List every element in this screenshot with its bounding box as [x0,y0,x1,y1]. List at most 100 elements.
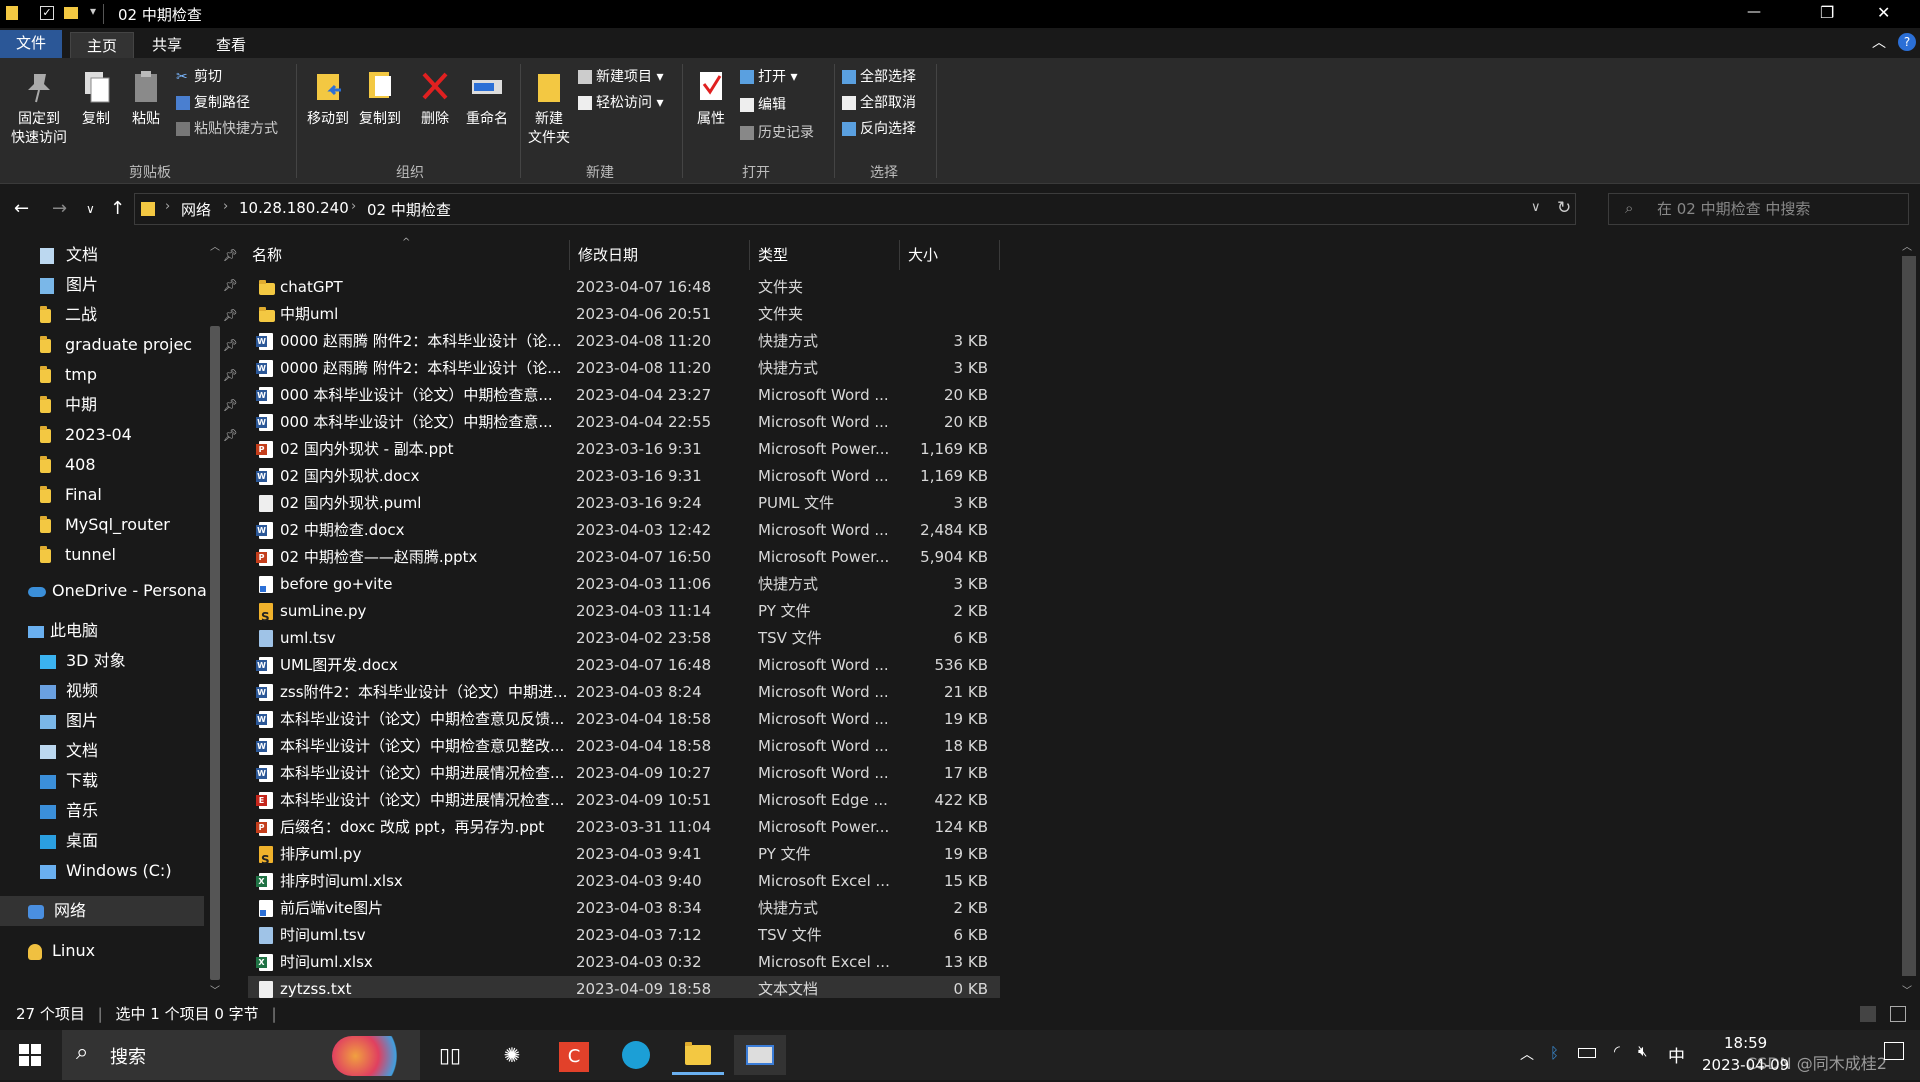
file-explorer-app-icon[interactable] [672,1035,724,1075]
file-row[interactable]: chatGPT 2023-04-07 16:48 文件夹 [248,274,1000,301]
qat-dropdown-icon[interactable]: ▾ [90,4,96,18]
tab-view[interactable]: 查看 [200,32,262,58]
select-none-button[interactable]: 全部取消 [842,92,916,114]
column-header-date[interactable]: 修改日期 [570,240,750,270]
taskbar-search-box[interactable]: ⌕ 搜索 [62,1030,420,1080]
history-button[interactable]: 历史记录 [740,122,814,144]
select-all-button[interactable]: 全部选择 [842,66,916,88]
file-row[interactable]: sumLine.py 2023-04-03 11:14 PY 文件 2 KB [248,598,1000,631]
file-row[interactable]: 02 国内外现状.puml 2023-03-16 9:24 PUML 文件 3 KB [248,490,1000,517]
file-row[interactable]: 时间uml.tsv 2023-04-03 7:12 TSV 文件 6 KB [248,922,1000,949]
paste-button[interactable]: 粘贴 [124,68,168,129]
bluetooth-icon[interactable]: ᛒ [1550,1044,1559,1062]
file-row[interactable]: 时间uml.xlsx 2023-04-03 0:32 Microsoft Excel… [248,949,1000,976]
file-scroll-thumb[interactable] [1902,256,1916,976]
close-button[interactable]: ✕ [1877,3,1890,22]
file-row[interactable]: 02 中期检查.docx 2023-04-03 12:42 Microsoft Wo… [248,517,1000,544]
breadcrumb-chevron-icon[interactable]: › [165,199,170,214]
column-header-name[interactable]: 名称 ^ [244,237,570,270]
rename-button[interactable]: 重命名 [460,68,514,129]
file-row[interactable]: 中期uml 2023-04-06 20:51 文件夹 [248,301,1000,328]
new-folder-qat-icon[interactable] [64,7,78,19]
breadcrumb-network[interactable]: 网络 [181,199,211,220]
notification-center-icon[interactable] [1884,1042,1904,1060]
delete-button[interactable]: 删除 [412,68,458,129]
file-row[interactable]: 本科毕业设计（论文）中期进展情况检查... 2023-04-09 10:51 Mic… [248,787,1000,814]
new-folder-button[interactable]: 新建 文件夹 [522,68,576,148]
file-row[interactable]: 排序时间uml.xlsx 2023-04-03 9:40 Microsoft Exc… [248,868,1000,895]
easy-access-button[interactable]: 轻松访问 ▾ [578,92,663,114]
copy-button[interactable]: 复制 [74,68,118,129]
file-row[interactable]: 本科毕业设计（论文）中期检查意见整改... 2023-04-04 18:58 Mic… [248,733,1000,760]
invert-selection-button[interactable]: 反向选择 [842,118,916,140]
help-icon[interactable]: ? [1898,33,1916,51]
file-row[interactable]: zss附件2：本科毕业设计（论文）中期进... 2023-04-03 8:24 Mi… [248,679,1000,706]
open-button[interactable]: 打开 ▾ [740,66,797,88]
cut-button[interactable]: ✂ 剪切 [176,66,222,88]
file-scrollbar[interactable]: ︿ ﹀ [1900,234,1920,998]
nav-linux[interactable]: Linux [28,936,228,966]
breadcrumb-chevron-icon[interactable]: › [351,199,356,214]
nav-onedrive[interactable]: OneDrive - Personal [28,576,228,606]
properties-qat-icon[interactable]: ✓ [40,6,54,20]
nav-scrollbar[interactable]: ︿ ﹀ [206,234,224,998]
back-arrow-icon[interactable]: ← [14,198,29,219]
task-view-icon[interactable]: ▯▯ [424,1035,476,1075]
remote-desktop-app-icon[interactable] [734,1035,786,1075]
tab-share[interactable]: 共享 [136,32,198,58]
edge-browser-icon[interactable] [610,1035,662,1075]
recent-locations-chevron-icon[interactable]: ∨ [86,202,95,216]
tab-file[interactable]: 文件 [0,30,63,58]
breadcrumb-host[interactable]: 10.28.180.240 [239,199,349,217]
details-view-icon[interactable] [1860,1006,1876,1022]
scroll-down-icon[interactable]: ﹀ [210,982,220,997]
start-button[interactable] [4,1035,56,1075]
column-header-size[interactable]: 大小 [900,240,1000,270]
forward-arrow-icon[interactable]: → [52,198,67,219]
file-row[interactable]: 02 中期检查——赵雨腾.pptx 2023-04-07 16:50 Microso… [248,544,1000,571]
nav-scroll-thumb[interactable] [210,326,220,980]
pin-quick-access-button[interactable]: 固定到 快速访问 [6,68,72,148]
file-row[interactable]: 0000 赵雨腾 附件2：本科毕业设计（论... 2023-04-08 11:20… [248,355,1000,382]
copy-to-button[interactable]: 复制到 [354,68,406,129]
file-row[interactable]: before go+vite 2023-04-03 11:06 快捷方式 3 KB [248,571,1000,598]
file-row[interactable]: 前后端vite图片 2023-04-03 8:34 快捷方式 2 KB [248,895,1000,922]
file-row[interactable]: 后缀名：doxc 改成 ppt，再另存为.ppt 2023-03-31 11:04… [248,814,1000,841]
nav-network[interactable]: 网络 [28,896,228,926]
file-row[interactable]: 000 本科毕业设计（论文）中期检查意... 2023-04-04 23:27 Mi… [248,382,1000,409]
minimize-button[interactable]: — [1747,4,1761,20]
scroll-up-icon[interactable]: ︿ [210,238,220,253]
collapse-ribbon-icon[interactable]: ︿ [1872,32,1886,52]
clion-app-icon[interactable]: C [548,1035,600,1075]
tab-home[interactable]: 主页 [70,32,135,58]
wifi-icon[interactable]: ◜ [1614,1042,1620,1060]
file-row[interactable]: 02 国内外现状 - 副本.ppt 2023-03-16 9:31 Microsof… [248,436,1000,463]
copy-path-button[interactable]: 复制路径 [176,92,250,114]
ime-indicator[interactable]: 中 [1668,1042,1685,1067]
battery-icon[interactable] [1578,1048,1596,1058]
file-row[interactable]: uml.tsv 2023-04-02 23:58 TSV 文件 6 KB [248,625,1000,652]
move-to-button[interactable]: 移动到 [302,68,354,129]
file-row[interactable]: 0000 赵雨腾 附件2：本科毕业设计（论... 2023-04-08 11:20… [248,328,1000,355]
address-dropdown-icon[interactable]: ∨ [1531,200,1541,215]
scroll-up-icon[interactable]: ︿ [1902,238,1912,253]
properties-button[interactable]: 属性 [688,68,734,129]
restore-button[interactable]: ❐ [1820,3,1834,22]
large-icons-view-icon[interactable] [1890,1006,1906,1022]
chatgpt-app-icon[interactable]: ✺ [486,1035,538,1075]
breadcrumb-chevron-icon[interactable]: › [223,199,228,214]
scroll-down-icon[interactable]: ﹀ [1902,982,1912,997]
breadcrumb-current-folder[interactable]: 02 中期检查 [367,199,451,220]
search-input[interactable]: ⌕ 在 02 中期检查 中搜索 [1608,193,1909,225]
refresh-icon[interactable]: ↻ [1557,198,1571,218]
nav-this-pc[interactable]: 此电脑 [28,616,228,646]
volume-mute-icon[interactable]: 🔇︎ [1638,1042,1647,1060]
file-row[interactable]: 000 本科毕业设计（论文）中期检查意... 2023-04-04 22:55 Mi… [248,409,1000,436]
edit-button[interactable]: 编辑 [740,94,786,116]
file-row[interactable]: 本科毕业设计（论文）中期进展情况检查... 2023-04-09 10:27 Mic… [248,760,1000,787]
file-row[interactable]: 02 国内外现状.docx 2023-03-16 9:31 Microsoft Wo… [248,463,1000,490]
file-row[interactable]: UML图开发.docx 2023-04-07 16:48 Microsoft Wor… [248,652,1000,679]
paste-shortcut-button[interactable]: 粘贴快捷方式 [176,118,278,140]
file-row[interactable]: 排序uml.py 2023-04-03 9:41 PY 文件 19 KB [248,841,1000,874]
address-field[interactable]: › 网络 › 10.28.180.240 › 02 中期检查 ∨ ↻ [134,193,1576,225]
